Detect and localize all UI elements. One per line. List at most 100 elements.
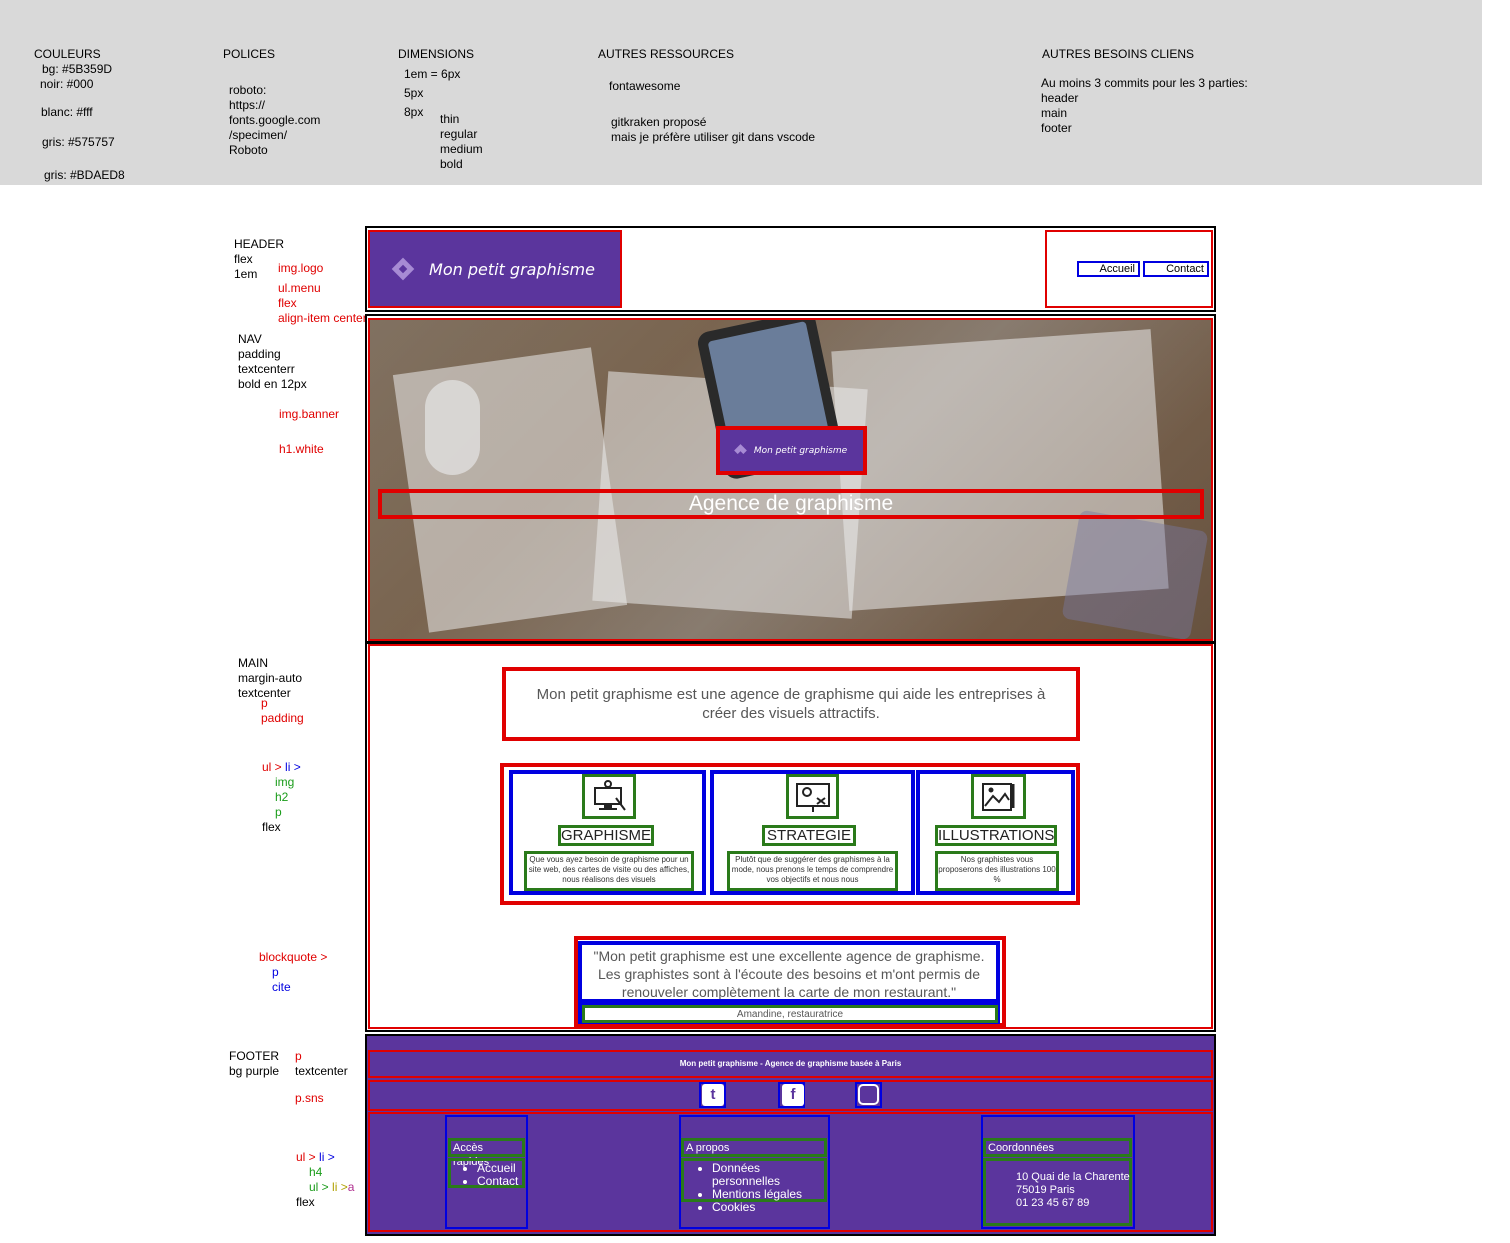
note-line: ul.menu: [278, 281, 321, 295]
instagram-icon: [858, 1084, 879, 1105]
color-bg: bg: #5B359D: [42, 62, 113, 76]
note-li-blue: li >: [285, 760, 301, 774]
note-line: textcenterr: [238, 362, 295, 376]
note-footer-p: p: [295, 1049, 302, 1063]
header-logo[interactable]: Mon petit graphisme: [368, 230, 622, 308]
service-text: Nos graphistes vous proposerons des illu…: [935, 851, 1059, 891]
strategy-board-icon: [786, 774, 839, 819]
note-line: bg purple: [229, 1064, 280, 1078]
font-line: /specimen/: [229, 128, 288, 142]
dim-em: 1em = 6px: [404, 67, 461, 81]
note-line: blockquote >: [259, 950, 328, 964]
menu-item-contact[interactable]: Contact: [1143, 261, 1209, 277]
instagram-link[interactable]: [855, 1082, 882, 1108]
need-line: Au moins 3 commits pour les 3 parties:: [1041, 76, 1248, 90]
strategy-board-icon-svg: [795, 782, 830, 812]
quote-paragraph: "Mon petit graphisme est une excellente …: [578, 941, 1000, 1003]
logo-text: Mon petit graphisme: [429, 259, 595, 279]
note-footer-ul: ul > li > h4 ul > li >a flex: [296, 1150, 354, 1210]
need-line: footer: [1041, 121, 1072, 135]
note-line: NAV: [238, 332, 262, 346]
design-computer-icon-svg: [594, 779, 626, 811]
note-ul-red: ul >: [296, 1150, 316, 1164]
note-line: flex: [234, 252, 253, 266]
note-line: margin-auto: [238, 671, 303, 685]
note-line: h2: [275, 790, 289, 804]
footer-tagline: Mon petit graphisme - Agence de graphism…: [679, 1059, 902, 1068]
note-blockquote: blockquote > p cite: [259, 950, 327, 995]
font-weight: regular: [440, 127, 478, 141]
note-li-yellow: li >: [332, 1180, 348, 1194]
note-footer-sns: p.sns: [295, 1091, 324, 1105]
note-ul-red: ul >: [262, 760, 282, 774]
logo-diamond-icon: [391, 257, 415, 281]
menu-item-accueil[interactable]: Accueil: [1077, 261, 1140, 277]
banner-logo-text: Mon petit graphisme: [753, 445, 848, 456]
note-header: HEADER flex 1em: [234, 237, 284, 282]
spec-besoins: AUTRES BESOINS CLIENS Au moins 3 commits…: [1041, 47, 1248, 136]
font-weight: thin: [440, 112, 460, 126]
design-computer-icon: [582, 774, 636, 819]
res-git-2: mais je préfère utiliser git dans vscode: [611, 130, 816, 144]
service-text: Plutôt que de suggérer des graphismes à …: [727, 851, 898, 891]
logo-diamond-icon: [733, 444, 747, 457]
banner-image: [368, 318, 1213, 641]
banner-logo: Mon petit graphisme: [716, 426, 867, 475]
color-noir: noir: #000: [40, 77, 94, 91]
need-line: main: [1041, 106, 1068, 120]
spec-polices: POLICES roboto: https:// fonts.google.co…: [223, 47, 320, 158]
note-footer-textcenter: textcenter: [295, 1064, 348, 1078]
spec-ressources: AUTRES RESSOURCES fontawesome gitkraken …: [598, 47, 815, 145]
footer-link-donnees[interactable]: Données personnelles: [712, 1161, 780, 1188]
note-line: bold en 12px: [238, 377, 307, 391]
note-line: img: [275, 775, 295, 789]
note-a-pink: a: [347, 1180, 355, 1194]
note-line: padding: [238, 347, 281, 361]
font-line: fonts.google.com: [229, 113, 321, 127]
spec-title: AUTRES BESOINS CLIENS: [1042, 47, 1195, 61]
spec-dimensions: DIMENSIONS 1em = 6px 5px 8px thin regula…: [398, 47, 483, 172]
need-line: header: [1041, 91, 1079, 105]
service-text: Que vous ayez besoin de graphisme pour u…: [524, 851, 694, 891]
res-fontawesome: fontawesome: [609, 79, 681, 93]
footer-link-cookies[interactable]: Cookies: [712, 1200, 755, 1214]
note-line: padding: [261, 711, 304, 725]
intro-paragraph: Mon petit graphisme est une agence de gr…: [502, 667, 1080, 741]
color-gris-2: gris: #BDAED8: [44, 168, 125, 182]
note-nav-red: img.banner h1.white: [279, 407, 339, 457]
spec-title: DIMENSIONS: [398, 47, 475, 61]
note-line: p: [261, 696, 268, 710]
service-title: GRAPHISME: [558, 825, 654, 846]
note-nav: NAV padding textcenterr bold en 12px: [238, 332, 307, 392]
footer-col-title: Accès rapides: [448, 1138, 525, 1168]
note-line: flex: [296, 1195, 315, 1209]
note-ul: ul > li > img h2 p flex: [262, 760, 301, 835]
footer-link-mentions[interactable]: Mentions légales: [712, 1187, 802, 1201]
mouse-shape: [425, 380, 480, 475]
service-title: ILLUSTRATIONS: [935, 825, 1057, 846]
footer-link-contact[interactable]: Contact: [477, 1174, 518, 1188]
address-line: 01 23 45 67 89: [1016, 1197, 1090, 1209]
note-line: flex: [262, 820, 281, 834]
note-footer: FOOTER bg purple: [229, 1049, 279, 1079]
note-ul-green: ul >: [309, 1180, 329, 1194]
color-blanc: blanc: #fff: [41, 105, 93, 119]
twitter-link[interactable]: t: [699, 1082, 726, 1108]
facebook-link[interactable]: f: [778, 1082, 805, 1108]
quote-cite: Amandine, restauratrice: [582, 1005, 998, 1023]
service-title: STRATEGIE: [762, 825, 856, 846]
color-gris-1: gris: #575757: [42, 135, 115, 149]
address-line: 75019 Paris: [1016, 1184, 1075, 1196]
res-git-1: gitkraken proposé: [611, 115, 707, 129]
font-weight: bold: [440, 157, 463, 171]
note-li-blue: li >: [319, 1150, 335, 1164]
note-line: HEADER: [234, 237, 285, 251]
footer-address: 10 Quai de la Charente 75019 Paris 01 23…: [983, 1158, 1132, 1226]
footer-list: Données personnelles Mentions légales Co…: [681, 1158, 827, 1214]
font-line: Roboto: [229, 143, 268, 157]
footer-list: Accueil Contact: [448, 1158, 525, 1188]
footer-link-accueil[interactable]: Accueil: [477, 1161, 516, 1175]
note-line: align-item center: [278, 311, 367, 325]
spec-title: POLICES: [223, 47, 276, 61]
note-line: h4: [309, 1165, 323, 1179]
